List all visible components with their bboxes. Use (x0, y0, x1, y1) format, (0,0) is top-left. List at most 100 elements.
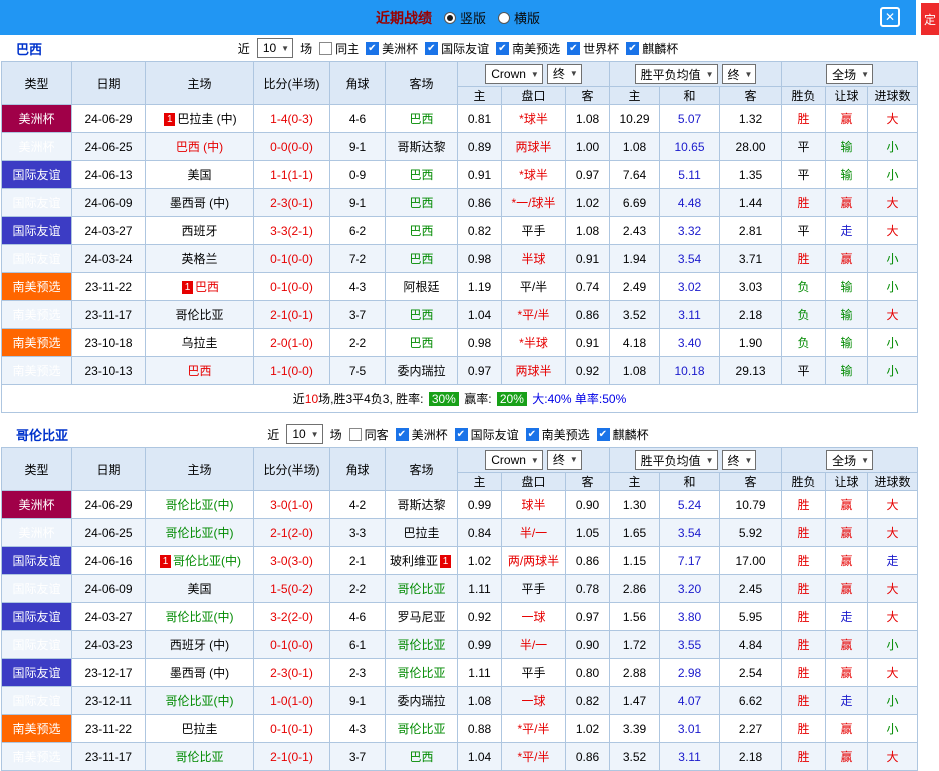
same-venue-checkbox[interactable]: 同主 (319, 40, 359, 57)
competition-checkbox[interactable]: 南美预选 (525, 426, 590, 443)
competition-checkbox[interactable]: 国际友谊 (425, 40, 489, 57)
bookmaker-odds-group: Crown ▼ 终 ▼ (456, 61, 611, 87)
away-team-cell: 哥伦比亚 (385, 658, 458, 687)
side-floating-tab[interactable]: 定 (921, 3, 939, 35)
checkbox-checked-icon (425, 41, 439, 55)
home-team-name[interactable]: 哥伦比亚(中) (173, 554, 241, 568)
home-team-name[interactable]: 乌拉圭 (181, 336, 217, 350)
home-team-name[interactable]: 巴西 (中) (176, 140, 223, 154)
away-team-name[interactable]: 哥伦比亚 (397, 666, 445, 680)
avg-away-cell: 6.62 (719, 686, 783, 715)
handicap-result-cell: 走 (825, 602, 869, 631)
home-team-name[interactable]: 巴西 (195, 280, 219, 294)
bookmaker-select[interactable]: Crown ▼ (485, 64, 543, 85)
scope-select[interactable]: 全场 ▼ (826, 64, 874, 84)
avg-away-cell: 28.00 (719, 132, 783, 161)
home-team-name[interactable]: 巴西 (187, 364, 211, 378)
avg-home-cell: 10.29 (609, 104, 661, 133)
competition-checkbox[interactable]: 南美预选 (496, 40, 560, 57)
away-team-name[interactable]: 巴拉圭 (403, 526, 439, 540)
bookmaker-select[interactable]: Crown ▼ (485, 450, 543, 471)
avg-odds-select-value: 胜平负均值 (640, 453, 701, 468)
home-team-name[interactable]: 哥伦比亚(中) (166, 610, 234, 624)
away-team-name[interactable]: 哥斯达黎 (397, 140, 445, 154)
away-team-name[interactable]: 委内瑞拉 (397, 694, 445, 708)
home-team-name[interactable]: 西班牙 (181, 224, 217, 238)
home-team-name[interactable]: 哥伦比亚 (175, 750, 223, 764)
away-team-cell: 巴西 (385, 188, 458, 217)
avg-home-cell: 1.65 (609, 518, 661, 547)
away-team-cell: 罗马尼亚 (385, 602, 458, 631)
avg-odds-select[interactable]: 胜平负均值 ▼ (634, 450, 718, 470)
home-team-name[interactable]: 哥伦比亚(中) (166, 694, 234, 708)
competition-checkbox[interactable]: 世界杯 (567, 40, 619, 57)
avg-home-cell: 2.86 (609, 574, 661, 603)
odds-stage-select[interactable]: 终 ▼ (546, 63, 582, 84)
competition-checkbox[interactable]: 麒麟杯 (626, 40, 678, 57)
close-icon[interactable]: ✕ (880, 7, 900, 27)
away-team-name[interactable]: 罗马尼亚 (397, 610, 445, 624)
home-team-name[interactable]: 西班牙 (中) (170, 638, 229, 652)
home-team-name[interactable]: 美国 (187, 582, 211, 596)
away-team-name[interactable]: 哥伦比亚 (397, 582, 445, 596)
competition-checkbox[interactable]: 麒麟杯 (596, 426, 649, 443)
away-team-name[interactable]: 玻利维亚 (390, 554, 438, 568)
competition-checkbox[interactable]: 美洲杯 (366, 40, 418, 57)
col-header-corner: 角球 (329, 447, 386, 491)
away-team-name[interactable]: 巴西 (409, 168, 433, 182)
competition-checkbox[interactable]: 美洲杯 (395, 426, 448, 443)
layout-radio-horizontal[interactable]: 横版 (498, 8, 540, 27)
avg-odds-select[interactable]: 胜平负均值 ▼ (634, 64, 718, 84)
competition-checkbox[interactable]: 国际友谊 (454, 426, 519, 443)
away-odds-cell: 1.08 (564, 104, 611, 133)
away-team-cell: 巴西 (385, 216, 458, 245)
avg-away-cell: 2.18 (719, 300, 783, 329)
away-team-name[interactable]: 阿根廷 (403, 280, 439, 294)
competition-type-cell: 南美预选 (1, 300, 72, 329)
home-team-name[interactable]: 巴拉圭 (中) (177, 112, 236, 126)
avg-stage-select-value: 终 (727, 67, 740, 82)
scope-select[interactable]: 全场 ▼ (826, 450, 874, 470)
score-cell: 2-1(0-1) (253, 742, 330, 771)
home-team-name[interactable]: 美国 (187, 168, 211, 182)
home-team-cell: 1 巴西 (145, 272, 254, 301)
odds-stage-select[interactable]: 终 ▼ (546, 449, 582, 470)
home-team-name[interactable]: 巴拉圭 (181, 722, 217, 736)
page-title: 近期战绩 (375, 9, 432, 26)
layout-radio-vertical[interactable]: 竖版 (443, 8, 486, 27)
avg-away-cell: 1.90 (719, 328, 783, 357)
away-odds-cell: 1.00 (564, 132, 611, 161)
avg-away-cell: 2.18 (719, 742, 783, 771)
home-team-cell: 英格兰 (145, 244, 254, 273)
goals-cell: 大 (867, 300, 919, 329)
match-count-select[interactable]: 10 ▼ (256, 38, 294, 58)
avg-stage-select[interactable]: 终 ▼ (721, 64, 757, 84)
home-team-name[interactable]: 哥伦比亚 (175, 308, 223, 322)
away-team-name[interactable]: 巴西 (409, 750, 433, 764)
avg-stage-select[interactable]: 终 ▼ (721, 450, 757, 470)
match-count-select[interactable]: 10 ▼ (286, 424, 323, 444)
home-team-name[interactable]: 英格兰 (181, 252, 217, 266)
away-team-name[interactable]: 巴西 (409, 308, 433, 322)
away-team-name[interactable]: 哥斯达黎 (397, 498, 445, 512)
away-team-name[interactable]: 巴西 (409, 112, 433, 126)
home-team-name[interactable]: 哥伦比亚(中) (166, 526, 234, 540)
away-team-name[interactable]: 哥伦比亚 (397, 722, 445, 736)
home-odds-cell: 1.11 (457, 658, 502, 687)
away-team-name[interactable]: 哥伦比亚 (397, 638, 445, 652)
competition-type-cell: 国际友谊 (1, 574, 72, 603)
handicap-cell: 两球半 (501, 356, 566, 385)
same-venue-checkbox[interactable]: 同客 (348, 426, 389, 443)
away-team-name[interactable]: 巴西 (409, 252, 433, 266)
home-team-name[interactable]: 哥伦比亚(中) (166, 498, 234, 512)
avg-draw-cell: 3.11 (659, 742, 721, 771)
away-team-name[interactable]: 巴西 (409, 336, 433, 350)
home-team-name[interactable]: 墨西哥 (中) (170, 196, 229, 210)
away-team-name[interactable]: 巴西 (409, 224, 433, 238)
score-cell: 2-3(0-1) (253, 188, 330, 217)
home-team-name[interactable]: 墨西哥 (中) (170, 666, 229, 680)
checkbox-checked-icon (366, 41, 380, 55)
date-cell: 23-11-17 (71, 742, 146, 771)
away-team-name[interactable]: 委内瑞拉 (397, 364, 445, 378)
away-team-name[interactable]: 巴西 (409, 196, 433, 210)
